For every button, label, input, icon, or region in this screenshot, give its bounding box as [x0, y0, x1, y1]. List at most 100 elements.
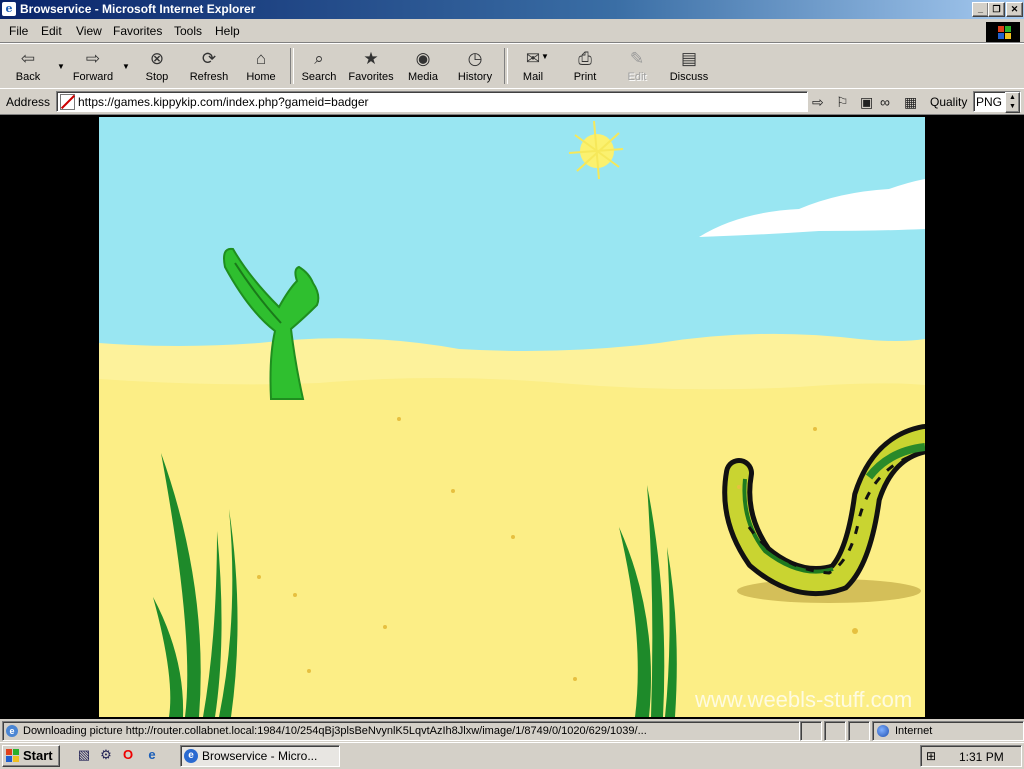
- tray-network-icon[interactable]: ⊞: [926, 749, 936, 763]
- zone-label: Internet: [895, 725, 933, 737]
- media-label: Media: [408, 71, 438, 83]
- mail-label: Mail: [522, 71, 544, 83]
- quicklaunch-network-icon[interactable]: ⚙: [98, 747, 114, 763]
- discuss-label: Discuss: [669, 71, 709, 83]
- status-bar: e Downloading picture http://router.coll…: [0, 720, 1024, 741]
- forward-label: Forward: [72, 71, 114, 83]
- forward-button[interactable]: ⇨ Forward: [70, 47, 116, 87]
- clipboard-icon[interactable]: ▦: [904, 94, 917, 111]
- favorites-folder-icon: ★: [363, 49, 379, 68]
- quality-select[interactable]: PNG ▲ ▼: [973, 91, 1021, 113]
- edit-icon: ✎: [629, 49, 645, 68]
- mail-dropdown-icon[interactable]: ▼: [541, 52, 549, 61]
- address-bar: Address https://games.kippykip.com/index…: [0, 88, 1024, 115]
- stop-icon: ⊗: [149, 49, 165, 68]
- status-cell: [800, 721, 822, 741]
- menu-file[interactable]: File: [9, 24, 28, 38]
- favorites-label: Favorites: [348, 71, 394, 83]
- printer-icon: ⎙: [578, 49, 592, 68]
- stop-label: Stop: [145, 71, 169, 83]
- back-label: Back: [15, 71, 41, 83]
- search-icon: ⌕: [314, 49, 324, 68]
- forward-arrow-icon: ⇨: [85, 49, 101, 68]
- quicklaunch-ie-icon[interactable]: e: [144, 747, 160, 763]
- status-cell: [824, 721, 846, 741]
- search-label: Search: [301, 71, 337, 83]
- menu-help[interactable]: Help: [215, 24, 240, 38]
- start-label: Start: [23, 748, 53, 763]
- back-arrow-icon: ⇦: [20, 49, 36, 68]
- security-zone: Internet: [872, 721, 1024, 741]
- ie-icon[interactable]: e: [2, 2, 16, 16]
- address-label: Address: [6, 95, 51, 109]
- ie-icon: e: [184, 749, 198, 763]
- address-url[interactable]: https://games.kippykip.com/index.php?gam…: [78, 95, 369, 109]
- search-button[interactable]: ⌕ Search: [299, 47, 339, 87]
- close-button[interactable]: ✕: [1006, 2, 1023, 17]
- menu-tools[interactable]: Tools: [174, 24, 202, 38]
- go-arrow-icon[interactable]: ⇨: [812, 94, 824, 111]
- system-tray: ⊞ 1:31 PM: [920, 745, 1022, 767]
- status-cell: [848, 721, 870, 741]
- favorites-button[interactable]: ★ Favorites: [345, 47, 397, 87]
- menu-view[interactable]: View: [76, 24, 102, 38]
- window-title: Browservice - Microsoft Internet Explore…: [20, 2, 256, 16]
- ie-page-icon: e: [6, 725, 18, 737]
- desert-scene[interactable]: [99, 117, 925, 717]
- broken-page-icon: [60, 94, 75, 110]
- refresh-button[interactable]: ⟳ Refresh: [186, 47, 232, 87]
- status-text: Downloading picture http://router.collab…: [23, 725, 647, 737]
- history-button[interactable]: ◷ History: [455, 47, 495, 87]
- back-button[interactable]: ⇦ Back: [8, 47, 48, 87]
- discuss-icon: ▤: [680, 49, 698, 68]
- stop-button[interactable]: ⊗ Stop: [139, 47, 175, 87]
- quality-label: Quality: [930, 95, 968, 109]
- quicklaunch-opera-icon[interactable]: O: [120, 747, 136, 763]
- browser-viewport[interactable]: www.weebls-stuff.com: [0, 115, 1024, 719]
- home-icon: ⌂: [255, 49, 267, 68]
- standard-toolbar: ⇦ Back ▼ ⇨ Forward ▼ ⊗ Stop ⟳ Refresh ⌂ …: [0, 43, 1024, 89]
- edit-label: Edit: [627, 71, 647, 83]
- menu-bar: File Edit View Favorites Tools Help: [0, 19, 1024, 43]
- title-bar[interactable]: e Browservice - Microsoft Internet Explo…: [0, 0, 1024, 19]
- back-dropdown-icon[interactable]: ▼: [57, 62, 65, 71]
- edit-button: ✎ Edit: [622, 47, 652, 87]
- discuss-button[interactable]: ▤ Discuss: [668, 47, 710, 87]
- refresh-label: Refresh: [189, 71, 229, 83]
- address-input[interactable]: https://games.kippykip.com/index.php?gam…: [56, 91, 808, 112]
- media-button[interactable]: ◉ Media: [405, 47, 441, 87]
- taskbar-item-label: Browservice - Micro...: [202, 749, 318, 763]
- restore-button[interactable]: ❐: [988, 2, 1005, 17]
- quicklaunch-desktop-icon[interactable]: ▧: [76, 747, 92, 763]
- game-watermark: www.weebls-stuff.com: [695, 687, 913, 712]
- print-button[interactable]: ⎙ Print: [569, 47, 601, 87]
- status-text-panel: e Downloading picture http://router.coll…: [2, 721, 800, 741]
- home-label: Home: [246, 71, 276, 83]
- history-label: History: [457, 71, 493, 83]
- history-icon: ◷: [467, 49, 483, 68]
- start-button[interactable]: Start: [2, 745, 60, 767]
- forward-dropdown-icon[interactable]: ▼: [122, 62, 130, 71]
- sand-ground: [99, 378, 925, 717]
- taskbar: Start ▧ ⚙ O e e Browservice - Micro... ⊞…: [0, 742, 1024, 769]
- find-binoculars-icon[interactable]: ∞: [880, 94, 890, 110]
- menu-edit[interactable]: Edit: [41, 24, 62, 38]
- windows-logo-icon: [986, 22, 1020, 42]
- minimize-button[interactable]: _: [972, 2, 989, 17]
- print-label: Print: [573, 71, 597, 83]
- refresh-icon: ⟳: [201, 49, 217, 68]
- game-canvas[interactable]: [99, 117, 925, 717]
- media-icon: ◉: [415, 49, 431, 68]
- home-button[interactable]: ⌂ Home: [242, 47, 280, 87]
- windows-flag-icon: [6, 749, 20, 763]
- menu-favorites[interactable]: Favorites: [113, 24, 162, 38]
- toolbar-separator: [504, 48, 508, 84]
- quality-spinner-icon[interactable]: ▲ ▼: [1005, 92, 1020, 113]
- quality-value: PNG: [976, 95, 1003, 109]
- save-image-icon[interactable]: ▣: [860, 94, 873, 111]
- bookmark-icon[interactable]: ⚐: [836, 94, 849, 111]
- clock[interactable]: 1:31 PM: [959, 750, 1004, 764]
- taskbar-item-browservice[interactable]: e Browservice - Micro...: [180, 745, 340, 767]
- toolbar-separator: [290, 48, 294, 84]
- globe-icon: [877, 725, 889, 737]
